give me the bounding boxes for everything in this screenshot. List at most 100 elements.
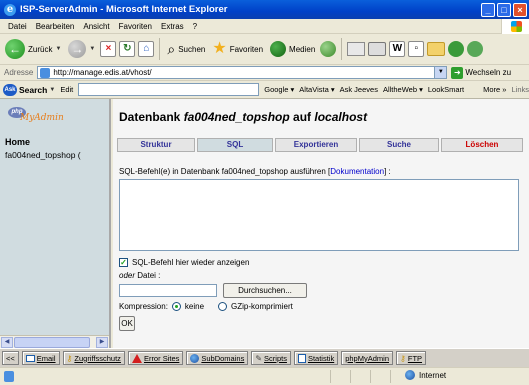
link-subdomains-label: SubDomains — [201, 353, 245, 363]
messenger-icon[interactable] — [448, 41, 465, 57]
ie-logo-icon: e — [4, 3, 16, 16]
link-scripts-label: Scripts — [264, 353, 287, 363]
media-button[interactable]: Medien — [268, 37, 317, 61]
engine-askjeeves[interactable]: Ask Jeeves — [340, 85, 378, 94]
tab-exportieren[interactable]: Exportieren — [275, 138, 357, 152]
left-frame: php MyAdmin Home fa004ned_topshop ( ◀ ▶ — [0, 99, 111, 348]
nav-back-label: << — [6, 353, 15, 363]
back-button[interactable]: ← Zurück ▼ — [3, 37, 63, 61]
links-button[interactable]: Links — [511, 85, 529, 94]
search-toolbar-input[interactable] — [78, 83, 260, 96]
go-button[interactable]: ➜ Wechseln zu — [451, 66, 511, 79]
engine-looksmart[interactable]: LookSmart — [428, 85, 464, 94]
refresh-icon[interactable]: ↻ — [119, 41, 136, 57]
address-input[interactable]: http://manage.edis.at/vhost/ ▼ — [37, 66, 448, 79]
maximize-button[interactable]: □ — [497, 2, 511, 17]
link-scripts[interactable]: ✎ Scripts — [251, 351, 291, 365]
link-ftp[interactable]: ⚷ FTP — [396, 351, 427, 365]
show-query-again-label: SQL-Befehl hier wieder anzeigen — [132, 258, 250, 267]
status-divider — [350, 370, 351, 383]
scroll-thumb[interactable] — [14, 337, 90, 348]
menu-help[interactable]: ? — [193, 22, 197, 31]
main-frame: Datenbank fa004ned_topshop auf localhost… — [113, 99, 529, 348]
stop-icon[interactable]: × — [100, 41, 117, 57]
compression-none-radio[interactable] — [171, 302, 181, 311]
show-query-again-checkbox[interactable]: ✓ — [119, 258, 128, 267]
history-icon[interactable] — [320, 41, 337, 57]
windows-flag-icon — [511, 21, 522, 32]
show-query-again-row: ✓ SQL-Befehl hier wieder anzeigen — [119, 258, 249, 267]
edit-button[interactable]: Edit — [60, 85, 73, 94]
compression-gzip-label: GZip-komprimiert — [231, 302, 293, 311]
left-frame-hscrollbar[interactable]: ◀ ▶ — [0, 335, 109, 348]
menu-extras[interactable]: Extras — [161, 22, 184, 31]
search-brand-dropdown-icon: ▼ — [49, 86, 56, 93]
link-zugriffsschutz[interactable]: ⚷ Zugriffsschutz — [62, 351, 125, 365]
menu-favoriten[interactable]: Favoriten — [119, 22, 152, 31]
phpmyadmin-logo[interactable]: php MyAdmin — [8, 107, 78, 127]
media-icon — [270, 41, 287, 57]
tab-struktur[interactable]: Struktur — [117, 138, 195, 152]
sql-label-suffix: ] : — [384, 167, 391, 176]
link-statistik-label: Statistik — [307, 353, 335, 363]
link-statistik[interactable]: Statistik — [293, 351, 339, 365]
title-prefix: Datenbank — [119, 110, 184, 124]
or-file-label: oder Datei : — [119, 271, 160, 280]
tab-sql[interactable]: SQL — [197, 138, 273, 152]
engine-google[interactable]: Google ▾ — [264, 85, 294, 94]
link-phpmyadmin[interactable]: phpMyAdmin — [341, 351, 393, 365]
link-subdomains[interactable]: SubDomains — [186, 351, 249, 365]
close-button[interactable]: × — [513, 2, 527, 17]
menu-ansicht[interactable]: Ansicht — [83, 22, 109, 31]
forward-button[interactable]: → ▼ — [66, 37, 97, 61]
sql-query-textarea[interactable] — [119, 179, 519, 251]
status-divider — [330, 370, 331, 383]
tab-loeschen[interactable]: Löschen — [441, 138, 523, 152]
ftp-icon: ⚷ — [400, 353, 406, 363]
ok-button[interactable]: OK — [119, 316, 135, 331]
link-zugriffsschutz-label: Zugriffsschutz — [74, 353, 121, 363]
address-bar: Adresse http://manage.edis.at/vhost/ ▼ ➜… — [0, 65, 529, 81]
back-arrow-icon: ← — [5, 39, 25, 59]
window-title: ISP-ServerAdmin - Microsoft Internet Exp… — [20, 4, 228, 15]
bottom-link-bar: << Email ⚷ Zugriffsschutz Error Sites Sub… — [0, 348, 529, 367]
more-button[interactable]: More » — [483, 85, 506, 94]
favorites-button[interactable]: ★ Favoriten — [210, 37, 265, 61]
link-error-sites[interactable]: Error Sites — [127, 351, 184, 365]
folder-icon[interactable] — [427, 42, 446, 56]
discuss-icon[interactable]: ▫ — [408, 41, 425, 57]
tab-suche[interactable]: Suche — [359, 138, 439, 152]
scroll-right-icon[interactable]: ▶ — [96, 337, 108, 348]
myadmin-logo-text: MyAdmin — [20, 113, 64, 123]
engine-alltheweb[interactable]: AlltheWeb ▾ — [383, 85, 423, 94]
minimize-button[interactable]: _ — [481, 2, 495, 17]
link-email[interactable]: Email — [21, 351, 60, 365]
envelope-icon — [25, 354, 35, 362]
edit-word-icon[interactable]: W — [389, 41, 406, 57]
menu-datei[interactable]: Datei — [8, 22, 27, 31]
window-controls: _ □ × — [481, 2, 527, 17]
key-icon: ⚷ — [66, 353, 73, 363]
home-icon[interactable]: ⌂ — [138, 41, 155, 57]
mail-icon[interactable] — [347, 42, 366, 56]
nav-back-button[interactable]: << — [2, 351, 19, 365]
database-link[interactable]: fa004ned_topshop ( — [5, 150, 81, 160]
menu-bearbeiten[interactable]: Bearbeiten — [36, 22, 75, 31]
address-dropdown-icon[interactable]: ▼ — [434, 67, 447, 78]
forward-dropdown-icon[interactable]: ▼ — [89, 46, 95, 52]
toolbar-separator — [341, 38, 343, 60]
browse-button[interactable]: Durchsuchen... — [223, 283, 307, 298]
file-input[interactable] — [119, 284, 217, 297]
search-toolbar-logo[interactable]: Ask Search ▼ — [3, 83, 56, 96]
back-dropdown-icon[interactable]: ▼ — [55, 46, 61, 52]
title-db-name: fa004ned_topshop — [183, 110, 290, 124]
print-icon[interactable] — [368, 42, 387, 56]
documentation-link[interactable]: Dokumentation — [330, 167, 384, 176]
scroll-left-icon[interactable]: ◀ — [1, 337, 13, 348]
compression-gzip-radio[interactable] — [218, 302, 228, 311]
or-label: oder — [119, 271, 136, 280]
search-button[interactable]: ⌕ Suchen — [165, 37, 207, 61]
engine-altavista[interactable]: AltaVista ▾ — [299, 85, 334, 94]
research-icon[interactable] — [467, 41, 484, 57]
home-link[interactable]: Home — [5, 137, 30, 147]
